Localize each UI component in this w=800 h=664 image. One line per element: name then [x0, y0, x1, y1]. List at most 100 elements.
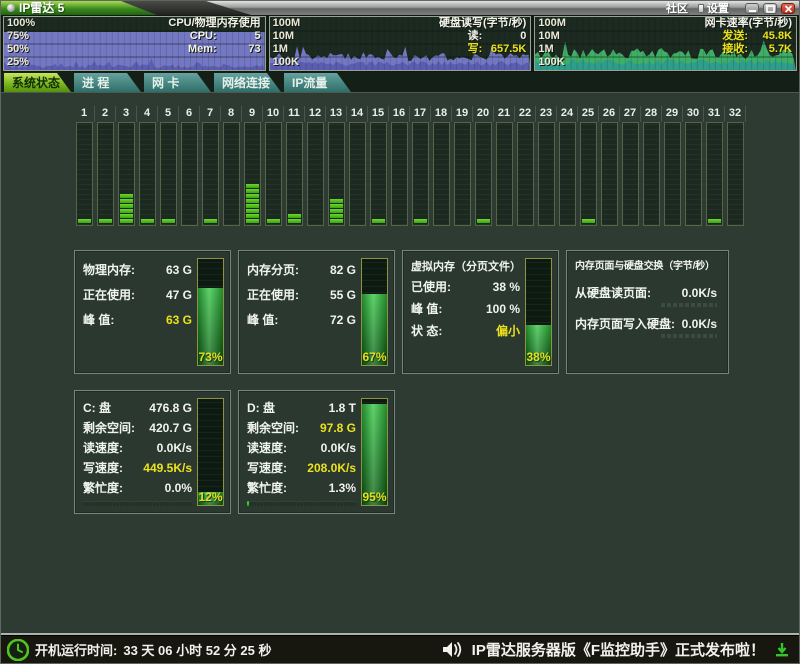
disk-c-busy-meter: [83, 501, 192, 506]
busy-segment: [290, 501, 292, 506]
cpu-core-usage-bar: [328, 122, 345, 226]
mem-stat: Mem:73: [188, 43, 261, 56]
busy-segment: [280, 501, 282, 506]
cpu-core-number: 28: [641, 106, 662, 122]
cpu-core-usage-bar: [160, 122, 177, 226]
busy-segment: [274, 501, 276, 506]
busy-segment: [123, 501, 125, 506]
busy-segment: [160, 501, 162, 506]
disk-io-graph-panel: 100M 10M 1M 100K 硬盘读写(字节/秒) 读:0 写:657.5K: [269, 16, 532, 71]
cpu-bar-segment: [246, 189, 259, 193]
cpu-core-number: 6: [179, 106, 200, 122]
cpu-bar-segment: [246, 209, 259, 213]
uptime-status: 开机运行时间: 33 天 06 小时 52 分 25 秒: [7, 639, 271, 661]
cpu-memory-graph-panel: 100% 75% 50% 25% CPU/物理内存使用 CPU:5 Mem:73: [3, 16, 266, 71]
tab-network-card[interactable]: 网 卡: [144, 73, 211, 92]
cpu-core-number: 26: [599, 106, 620, 122]
tab-network-connections[interactable]: 网络连接: [214, 73, 281, 92]
cpu-bar-segment: [330, 199, 343, 203]
tab-ip-traffic[interactable]: IP流量: [284, 73, 351, 92]
busy-segment: [327, 501, 329, 506]
stat-row: 峰 值:100 %: [411, 298, 520, 320]
cpu-core-usage-bar: [580, 122, 597, 226]
cpu-core-cell: 15: [368, 106, 389, 226]
busy-segment: [170, 501, 172, 506]
titlebar: IP雷达 5 社区 设置: [1, 1, 799, 15]
busy-segment: [126, 501, 128, 506]
tabbar: 系统状态 进 程 网 卡 网络连接 IP流量: [1, 72, 799, 92]
cpu-core-number: 12: [305, 106, 326, 122]
cpu-core-usage-bar: [706, 122, 723, 226]
cpu-core-cell: 24: [557, 106, 578, 226]
cpu-core-number: 20: [473, 106, 494, 122]
busy-segment: [320, 501, 322, 506]
cpu-core-usage-bar: [244, 122, 261, 226]
announcement-text: IP雷达服务器版《F监控助手》正式发布啦！: [472, 639, 765, 660]
cpu-core-number: 25: [578, 106, 599, 122]
settings-button[interactable]: 设置: [698, 0, 729, 16]
cpu-core-usage-bar: [349, 122, 366, 226]
tab-processes[interactable]: 进 程: [74, 73, 141, 92]
busy-segment: [334, 501, 336, 506]
cpu-bar-segment: [246, 184, 259, 188]
busy-segment: [153, 501, 155, 506]
busy-segment: [247, 501, 249, 506]
cpu-core-number: 24: [557, 106, 578, 122]
close-button[interactable]: [781, 3, 795, 14]
cpu-core-number: 14: [347, 106, 368, 122]
maximize-button[interactable]: [763, 3, 777, 14]
busy-segment: [350, 501, 352, 506]
disk-write-stat: 写:657.5K: [468, 43, 527, 56]
y-tick: 25%: [7, 56, 57, 69]
stat-row: 正在使用:47 G: [83, 283, 192, 308]
busy-segment: [183, 501, 185, 506]
settings-label: 设置: [707, 0, 729, 16]
cpu-core-number: 32: [725, 106, 746, 122]
busy-segment: [110, 501, 112, 506]
cpu-core-number: 18: [431, 106, 452, 122]
cpu-bar-segment: [330, 214, 343, 218]
cpu-core-usage-bar: [181, 122, 198, 226]
stat-row: 写速度:208.0K/s: [247, 458, 356, 478]
cpu-core-usage-bar: [286, 122, 303, 226]
busy-segment: [284, 501, 286, 506]
y-tick: 100%: [7, 17, 57, 30]
cpu-core-usage-bar: [139, 122, 156, 226]
settings-icon: [698, 4, 704, 13]
stat-row: 正在使用:55 G: [247, 283, 356, 308]
disk-d-usage-meter: 95%: [361, 398, 388, 506]
cpu-core-cell: 20: [473, 106, 494, 226]
cpu-core-number: 16: [389, 106, 410, 122]
busy-segment: [270, 501, 272, 506]
busy-segment: [277, 501, 279, 506]
cpu-core-number: 30: [683, 106, 704, 122]
community-button[interactable]: 社区: [666, 0, 688, 16]
minimize-button[interactable]: [745, 3, 759, 14]
busy-segment: [257, 501, 259, 506]
stat-row: 繁忙度:1.3%: [247, 478, 356, 498]
y-tick: 100M: [538, 17, 588, 30]
busy-segment: [260, 501, 262, 506]
stat-row: C: 盘476.8 G: [83, 398, 192, 418]
busy-segment: [96, 501, 98, 506]
memory-panel-row: 物理内存:63 G 正在使用:47 G 峰 值:63 G 73% 内存分页:82…: [74, 250, 729, 374]
app-logo-icon: [7, 4, 15, 12]
y-tick: 100K: [273, 56, 323, 69]
cpu-bar-segment: [330, 209, 343, 213]
cpu-core-usage-bar: [496, 122, 513, 226]
cpu-core-number: 22: [515, 106, 536, 122]
cpu-core-number: 19: [452, 106, 473, 122]
busy-segment: [106, 501, 108, 506]
cpu-core-usage-bar: [118, 122, 135, 226]
stat-row: 状 态:偏小: [411, 320, 520, 342]
tab-system-status[interactable]: 系统状态: [4, 73, 71, 92]
uptime-clock-icon: [7, 639, 29, 661]
cpu-core-cell: 3: [116, 106, 137, 226]
busy-segment: [146, 501, 148, 506]
cpu-bar-segment: [288, 219, 301, 223]
minimize-icon: [748, 5, 757, 13]
stat-row: 从硬盘读页面:0.0K/s: [575, 284, 717, 307]
announcement[interactable]: IP雷达服务器版《F监控助手》正式发布啦！: [442, 639, 789, 660]
busy-segment: [86, 501, 88, 506]
cpu-bar-segment: [120, 204, 133, 208]
